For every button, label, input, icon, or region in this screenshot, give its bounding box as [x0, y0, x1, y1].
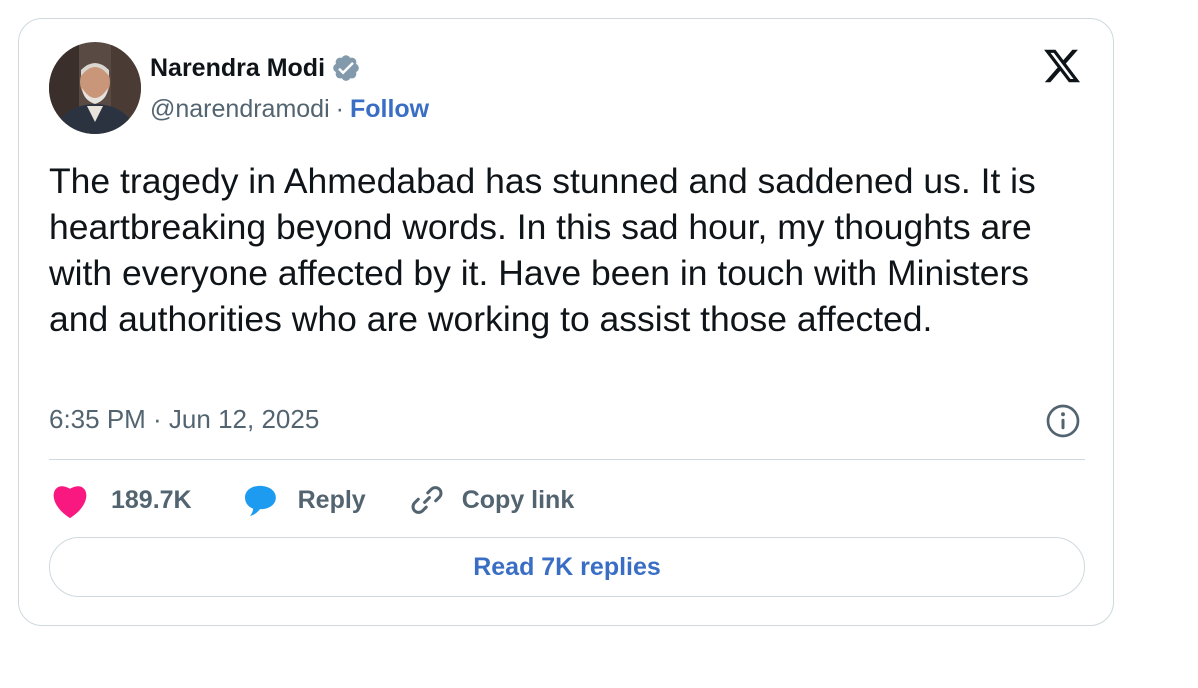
x-logo-icon[interactable] [1041, 46, 1083, 86]
like-count: 189.7K [111, 485, 192, 514]
verified-badge-icon [333, 55, 359, 81]
separator-dot: · [335, 95, 344, 123]
copy-link-button[interactable]: Copy link [408, 481, 575, 519]
copy-link-label: Copy link [461, 485, 575, 514]
heart-icon [53, 486, 87, 519]
author-handle-row: @narendramodi · Follow [150, 95, 429, 124]
follow-button[interactable]: Follow [350, 95, 429, 124]
tweet-card: Narendra Modi @narendramodi · Follow The… [18, 18, 1114, 626]
reply-label: Reply [297, 485, 366, 514]
reply-bubble-icon [244, 485, 276, 516]
author-name-row: Narendra Modi [150, 53, 361, 83]
author-avatar[interactable] [49, 42, 141, 134]
avatar-image [49, 42, 141, 134]
read-replies-button[interactable]: Read 7K replies [49, 537, 1085, 597]
like-button[interactable]: 189.7K [49, 481, 192, 519]
tweet-timestamp[interactable]: 6:35 PM · Jun 12, 2025 [49, 404, 319, 435]
link-icon [411, 486, 443, 514]
tweet-text: The tragedy in Ahmedabad has stunned and… [49, 161, 1036, 339]
author-name[interactable]: Narendra Modi [150, 54, 325, 83]
reply-button[interactable]: Reply [240, 481, 366, 519]
author-handle[interactable]: @narendramodi [150, 95, 330, 124]
divider [49, 459, 1085, 460]
action-bar: 189.7K Reply Copy link [49, 477, 574, 523]
info-icon[interactable] [1045, 403, 1081, 439]
